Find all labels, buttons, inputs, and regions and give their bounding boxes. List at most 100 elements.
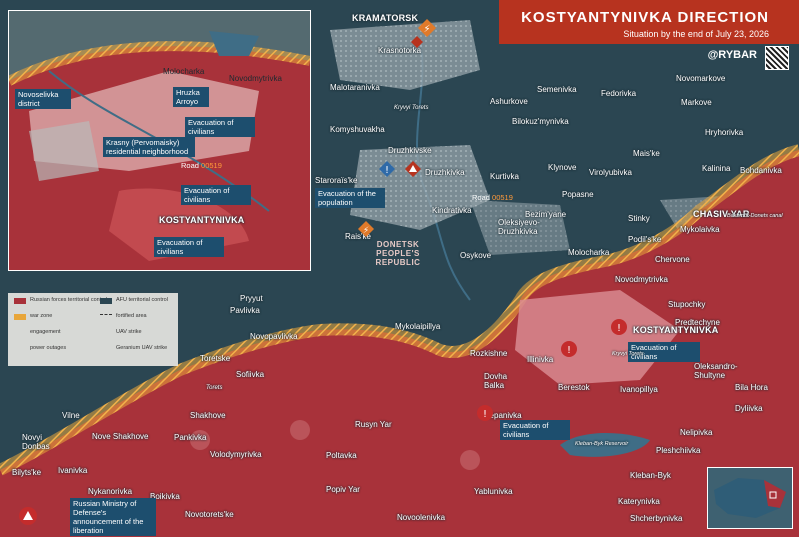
place: Nove Shakhove (92, 432, 149, 441)
legend-geranium: Geranium UAV strike (116, 345, 168, 351)
place: Novyi Donbas (22, 433, 50, 451)
inset-evac-1: Evacuation of civilians (185, 117, 255, 137)
place: Volodymyrivka (210, 450, 262, 459)
river-label: Torets (206, 385, 223, 391)
liberation-flag-icon (19, 507, 37, 525)
evac-population: Evacuation of the population (315, 188, 385, 208)
svg-text:⚡: ⚡ (423, 24, 430, 35)
place: Virolyubivka (589, 168, 632, 177)
place: Novopavlivka (250, 332, 298, 341)
ministry-announcement: Russian Ministry of Defense's announceme… (70, 498, 156, 536)
legend-power: power outages (30, 345, 67, 351)
place: Staroraïs'ke (315, 176, 358, 185)
legend-swatch-warzone (14, 314, 26, 320)
warning-icon: ! (477, 405, 493, 421)
place: Popiv Yar (326, 485, 360, 494)
label-kostyantynivka: KOSTYANTYNIVKA (633, 325, 719, 335)
place: Molocharka (568, 248, 610, 257)
warning-icon: ! (561, 341, 577, 357)
inset-label-kostyantynivka: KOSTYANTYNIVKA (159, 215, 245, 225)
place: Malotaranivka (330, 83, 380, 92)
legend-russian: Russian forces territorial control (30, 297, 108, 303)
place: Mykolaivka (680, 225, 720, 234)
warning-icon: ! (611, 319, 627, 335)
place: Bila Hora (735, 383, 768, 392)
minimap-canvas (714, 478, 786, 518)
label-druzhkivka: Druzhkivka (425, 168, 465, 177)
power-outage-icon: ⚡ (358, 221, 374, 237)
place: Katerynivka (618, 497, 660, 506)
place: Kindrativka (432, 206, 472, 215)
legend-uav: UAV strike (116, 329, 142, 335)
place: Bilyts'ke (12, 468, 42, 477)
inset-evac-2: Evacuation of civilians (181, 185, 251, 205)
river-label: Kryvyi Torets (612, 351, 644, 357)
place: Kalinina (702, 164, 731, 173)
inset-label-krasny: Krasny (Pervomaisky) residential neighbo… (103, 137, 195, 157)
place: Yablunivka (474, 487, 513, 496)
svg-text:⚡: ⚡ (363, 226, 369, 236)
place: Novoolenivka (397, 513, 446, 522)
legend-afu: AFU territorial control (116, 297, 168, 303)
place: Stupochky (668, 300, 706, 309)
river-label: Kryvyi Torets (394, 105, 429, 111)
svg-text:!: ! (483, 409, 487, 420)
evac-stepanivka: Evacuation of civilians (500, 420, 570, 440)
place: Komyshuvakha (330, 125, 385, 134)
place: Chervone (655, 255, 690, 264)
road-label: Road 00519 (472, 193, 513, 202)
qr-code-icon (765, 46, 789, 70)
svg-text:!: ! (385, 165, 389, 176)
geranium-strike-icon (411, 36, 423, 48)
place: Oleksandro-Shultyne (694, 362, 738, 380)
place: Mykolaipillya (395, 322, 441, 331)
brand-label: @RYBAR (707, 49, 757, 61)
place: Oleksiyevo-Druzhkivka (498, 218, 540, 236)
place: Semenivka (537, 85, 577, 94)
place: Bohdanivka (740, 166, 782, 175)
uav-strike-icon (405, 161, 421, 177)
legend-swatch-fortified (100, 314, 112, 321)
place: Novodmytrivka (615, 275, 668, 284)
place: Podil's'ke (628, 235, 662, 244)
legend-swatch-afu (100, 298, 112, 304)
place: Osykove (460, 251, 492, 260)
place: Nelipivka (680, 428, 713, 437)
map-title: KOSTYANTYNIVKA DIRECTION (521, 9, 769, 26)
place: Predtechyne (675, 318, 720, 327)
inset-label-novodmytrivka: Novodmytrivka (229, 74, 282, 83)
dnr-label: DONETSK PEOPLE'S REPUBLIC (375, 240, 421, 267)
place: Rozkishne (470, 349, 508, 358)
place: Mais'ke (633, 149, 660, 158)
place: Vilne (62, 411, 80, 420)
place: Kleban-Byk (630, 471, 671, 480)
canal-label: Bakhmut-Donets canal (727, 213, 783, 219)
place: Dovha Balka (484, 372, 508, 390)
legend-swatch-russian (14, 298, 26, 304)
place: Kurtivka (490, 172, 519, 181)
place: Dyliivka (735, 404, 763, 413)
place: Druzhkivske (388, 146, 432, 155)
legend-warzone: war zone (30, 313, 53, 319)
place: Shcherbynivka (630, 514, 683, 523)
place: Markove (681, 98, 712, 107)
place: Shakhove (190, 411, 226, 420)
place: Sofiivka (236, 370, 265, 379)
place: Novotorets'ke (185, 510, 234, 519)
legend-engagement: engagement (30, 329, 61, 335)
reservoir-label: Kleban-Byk Reservoir (575, 441, 629, 447)
inset-label-novoselivka: Novoselivka district (15, 89, 71, 109)
place: Hryhorivka (705, 128, 744, 137)
place: Toretskе (200, 354, 231, 363)
inset-map: Molocharka Novodmytrivka Novoselivka dis… (8, 10, 311, 271)
place: Pavlivka (230, 306, 260, 315)
place: Illinivka (527, 355, 554, 364)
place: Stinky (628, 214, 650, 223)
place: Pankivka (174, 433, 207, 442)
legend-fortified: fortified area (116, 313, 147, 319)
place: Berestok (558, 383, 590, 392)
place: Ashurkove (490, 97, 528, 106)
place: Poltavka (326, 451, 357, 460)
svg-text:!: ! (617, 323, 621, 334)
place: Fedorivka (601, 89, 637, 98)
